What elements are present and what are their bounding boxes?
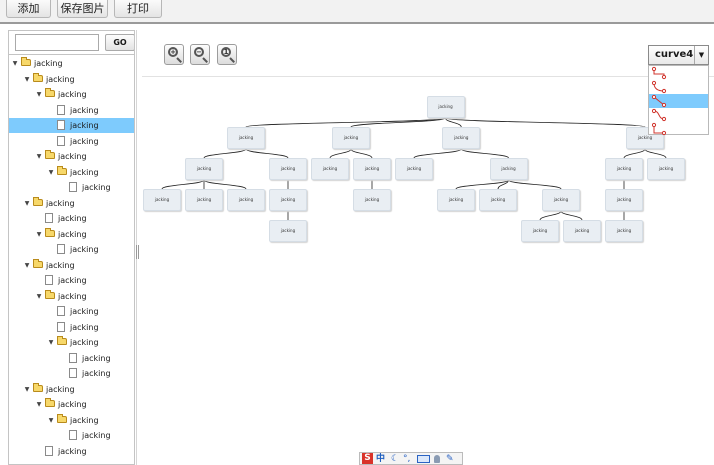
org-node[interactable]: jacking: [395, 158, 433, 180]
wrench-icon[interactable]: ✎: [446, 453, 454, 465]
curve-style-icon: [652, 80, 667, 94]
org-connector: [455, 179, 509, 190]
org-node[interactable]: jacking: [542, 189, 580, 211]
org-node[interactable]: jacking: [605, 158, 643, 180]
org-node[interactable]: jacking: [185, 189, 223, 211]
org-connector: [413, 148, 462, 159]
curve-option-curve2[interactable]: [649, 80, 708, 94]
org-node[interactable]: jacking: [269, 220, 307, 242]
org-connector: [539, 210, 562, 221]
curve-option-curve1[interactable]: [649, 66, 708, 80]
curve-option-curve3[interactable]: [649, 94, 708, 108]
org-connector: [245, 148, 289, 159]
ime-logo-icon[interactable]: S: [362, 453, 373, 464]
org-node[interactable]: jacking: [143, 189, 181, 211]
org-node[interactable]: jacking: [311, 158, 349, 180]
org-node[interactable]: jacking: [353, 189, 391, 211]
org-node[interactable]: jacking: [605, 189, 643, 211]
org-node[interactable]: jacking: [521, 220, 559, 242]
org-connector: [623, 148, 646, 159]
org-node[interactable]: jacking: [185, 158, 223, 180]
ime-status-bar: S 中 ☾ °, ✎: [359, 452, 463, 465]
org-connector: [508, 179, 562, 190]
curve-option-curve5[interactable]: [649, 122, 708, 136]
org-connector: [203, 179, 247, 190]
curve-option-curve4[interactable]: [649, 108, 708, 122]
curve-style-select[interactable]: curve4 ▼: [648, 45, 709, 65]
org-connector: [245, 117, 446, 128]
org-connector: [350, 117, 446, 128]
keyboard-icon[interactable]: [417, 455, 430, 463]
curve-style-icon: [652, 122, 667, 136]
user-icon[interactable]: [434, 455, 440, 463]
curve-style-icon: [652, 108, 667, 122]
org-node[interactable]: jacking: [605, 220, 643, 242]
org-node[interactable]: jacking: [647, 158, 685, 180]
org-node[interactable]: jacking: [269, 189, 307, 211]
org-node[interactable]: jacking: [426, 96, 465, 118]
org-connector: [161, 179, 205, 190]
org-connector: [445, 117, 646, 128]
chevron-down-icon[interactable]: ▼: [694, 46, 708, 64]
curve-style-icon: [652, 66, 667, 80]
curve-style-dropdown: [648, 65, 709, 136]
org-connector: [350, 148, 373, 159]
org-connector: [329, 148, 352, 159]
curve-style-icon: [652, 94, 667, 108]
org-connector: [644, 148, 667, 159]
org-node[interactable]: jacking: [442, 127, 481, 149]
org-node[interactable]: jacking: [353, 158, 391, 180]
org-node[interactable]: jacking: [269, 158, 307, 180]
org-node[interactable]: jacking: [479, 189, 517, 211]
org-connector: [560, 210, 583, 221]
ime-mode-label[interactable]: 中: [376, 453, 385, 465]
org-node[interactable]: jacking: [227, 127, 265, 149]
curve-select-value: curve4: [655, 49, 694, 60]
punctuation-icon[interactable]: °,: [403, 453, 410, 465]
org-connector: [460, 148, 509, 159]
org-node[interactable]: jacking: [489, 158, 528, 180]
org-node[interactable]: jacking: [332, 127, 370, 149]
org-node[interactable]: jacking: [227, 189, 265, 211]
org-node[interactable]: jacking: [437, 189, 475, 211]
org-node[interactable]: jacking: [563, 220, 601, 242]
moon-icon[interactable]: ☾: [391, 453, 399, 465]
org-connector: [203, 148, 247, 159]
